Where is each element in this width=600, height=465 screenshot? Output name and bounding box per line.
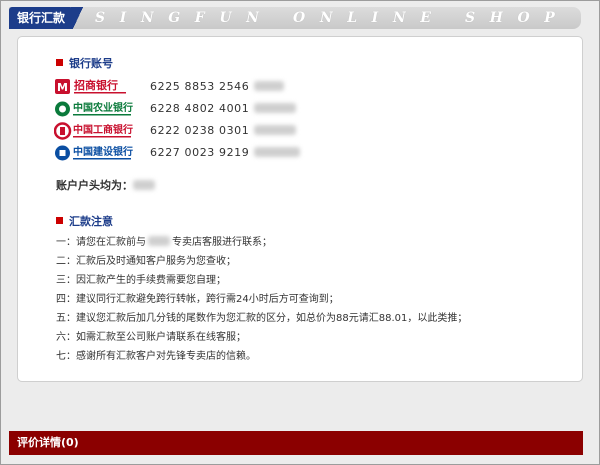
bank-name: 中国建设银行 [73, 145, 133, 158]
note-item: 四：建议同行汇款避免跨行转帐，跨行需24小时后方可查询到； [56, 294, 339, 305]
account-number: 6225 8853 2546 [150, 80, 284, 93]
tab-separator [71, 7, 85, 29]
reviews-bar[interactable]: 评价详情(0) [9, 431, 583, 455]
bank-name: 中国工商银行 [73, 123, 133, 136]
account-number: 6222 0238 0301 [150, 124, 296, 137]
tab-bank-transfer[interactable]: 银行汇款 [9, 7, 73, 29]
note-item: 七：感谢所有汇款客户对先锋专卖店的信赖。 [56, 351, 256, 362]
note-item: 五：建议您汇款后加几分钱的尾数作为您汇款的区分，如总价为88元请汇88.01，以… [56, 313, 468, 324]
note-item: 一：请您在汇款前与 专卖店客服进行联系； [56, 236, 272, 248]
note-item: 三：因汇款产生的手续费需要您自理； [56, 275, 226, 286]
page-frame: 银行汇款 SINGFUN ONLINE SHOP LIST 银行账号 M 招商银… [0, 0, 600, 465]
cmb-logo-icon: M 招商银行 [55, 78, 126, 94]
masked-digits [253, 147, 300, 157]
accounts-section-header: 银行账号 [56, 55, 113, 71]
abc-logo-icon: 中国农业银行 [55, 101, 133, 117]
accounts-section-title: 银行账号 [69, 57, 113, 70]
notes-section-title: 汇款注意 [69, 215, 113, 228]
ccb-logo-icon: 中国建设银行 [55, 145, 133, 161]
header-bar: 银行汇款 SINGFUN ONLINE SHOP LIST [9, 7, 581, 29]
shop-banner: SINGFUN ONLINE SHOP LIST [95, 10, 575, 26]
note-item: 二：汇款后及时通知客户服务为您查收； [56, 256, 236, 267]
masked-digits [253, 81, 284, 91]
masked-shop [148, 236, 170, 246]
account-number: 6227 0023 9219 [150, 146, 300, 159]
note-item: 六：如需汇款至公司账户请联系在线客服； [56, 332, 246, 343]
masked-digits [253, 125, 296, 135]
bullet-icon [56, 59, 63, 66]
masked-digits [253, 103, 296, 113]
bullet-icon [56, 217, 63, 224]
masked-name [133, 180, 155, 190]
notes-section-header: 汇款注意 [56, 213, 113, 229]
account-number: 6228 4802 4001 [150, 102, 296, 115]
bank-name: 中国农业银行 [73, 101, 133, 114]
account-holder: 账户户头均为： [56, 177, 155, 193]
content-panel: 银行账号 M 招商银行 6225 8853 2546 中国农业银行 6228 4… [17, 36, 583, 382]
bank-name: 招商银行 [74, 78, 118, 92]
svg-text:M: M [57, 81, 68, 94]
icbc-logo-icon: 中国工商银行 [54, 122, 133, 140]
